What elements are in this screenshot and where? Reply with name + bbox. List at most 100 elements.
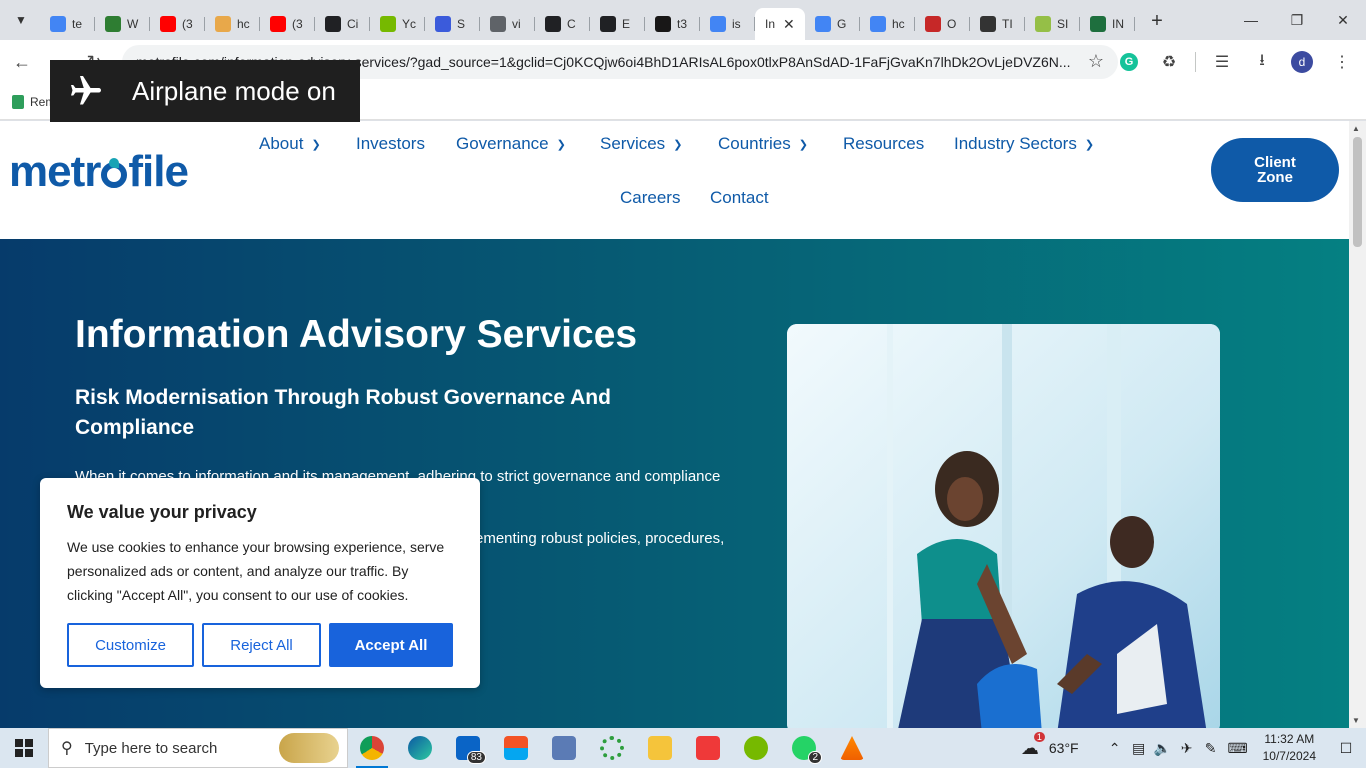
scrollbar-thumb[interactable] — [1353, 137, 1362, 247]
browser-tab[interactable]: S — [425, 8, 480, 40]
tab-close-icon[interactable]: ✕ — [783, 16, 795, 33]
chevron-down-icon: ❯ — [798, 138, 808, 151]
restore-icon[interactable]: ❐ — [1274, 0, 1320, 40]
office-meeting-illustration — [787, 324, 1220, 728]
browser-tab[interactable]: G — [805, 8, 860, 40]
customize-button[interactable]: Customize — [67, 623, 194, 667]
browser-tab[interactable]: O — [915, 8, 970, 40]
browser-tab[interactable]: (3 — [260, 8, 315, 40]
browser-tab[interactable]: hc — [860, 8, 915, 40]
nav-investors-label: Investors — [356, 134, 425, 153]
taskbar-edge[interactable] — [396, 728, 444, 768]
client-zone-button[interactable]: Client Zone — [1211, 138, 1339, 202]
browser-tab[interactable]: Ci — [315, 8, 370, 40]
reject-all-button[interactable]: Reject All — [202, 623, 321, 667]
chevron-down-icon: ❯ — [311, 138, 321, 151]
pen-icon[interactable]: ✎ — [1199, 740, 1223, 757]
nobel-medal-icon — [279, 733, 339, 763]
accept-all-button[interactable]: Accept All — [329, 623, 453, 667]
airplane-tray-icon[interactable]: ✈ — [1175, 740, 1199, 757]
browser-tab[interactable]: W — [95, 8, 150, 40]
nav-contact-label: Contact — [710, 188, 769, 207]
windows-taskbar: ⚲ Type here to search 83 2 ☁ 1 63°F ⌃ ▤ 🔈… — [0, 728, 1366, 768]
whatsapp-badge: 2 — [808, 751, 822, 764]
nav-governance[interactable]: Governance ❯ — [456, 134, 566, 154]
new-tab-button[interactable]: + — [1143, 7, 1171, 35]
taskbar-vivaldi[interactable] — [684, 728, 732, 768]
menu-kebab-icon[interactable]: ⋮ — [1324, 44, 1360, 80]
nav-investors[interactable]: Investors — [356, 134, 425, 154]
bookmark-star-icon[interactable]: ☆ — [1088, 51, 1104, 72]
download-icon[interactable]: ⭳ — [1244, 44, 1280, 80]
keyboard-icon[interactable]: ⌨ — [1223, 740, 1253, 757]
bookmark-icon[interactable] — [12, 94, 24, 109]
browser-tab[interactable]: In ✕ — [755, 8, 805, 40]
nav-about[interactable]: About ❯ — [259, 134, 321, 154]
nav-services[interactable]: Services ❯ — [600, 134, 682, 154]
scroll-down-arrow-icon[interactable]: ▼ — [1352, 716, 1360, 725]
tab-search-icon[interactable]: ▼ — [6, 5, 36, 35]
taskbar-whatsapp[interactable]: 2 — [780, 728, 828, 768]
browser-tab[interactable]: te — [40, 8, 95, 40]
folder-icon — [648, 736, 672, 760]
system-clock[interactable]: 11:32 AM 10/7/2024 — [1263, 731, 1316, 765]
browser-tab[interactable]: is — [700, 8, 755, 40]
minimize-icon[interactable]: — — [1228, 0, 1274, 40]
nav-resources[interactable]: Resources — [843, 134, 924, 154]
taskbar-store[interactable] — [492, 728, 540, 768]
mail-badge: 83 — [466, 751, 486, 764]
weather-icon[interactable]: ☁ 1 — [1021, 731, 1045, 759]
taskbar-chrome[interactable] — [348, 728, 396, 768]
browser-tab[interactable]: (3 — [150, 8, 205, 40]
nav-industry-sectors[interactable]: Industry Sectors ❯ — [954, 134, 1094, 154]
browser-tab[interactable]: t3 — [645, 8, 700, 40]
chevron-down-icon: ❯ — [556, 138, 566, 151]
tab-favicon-icon — [325, 16, 341, 32]
scroll-up-arrow-icon[interactable]: ▲ — [1352, 124, 1360, 133]
tab-title: O — [947, 17, 957, 31]
extensions-puzzle-icon[interactable]: ♻ — [1151, 44, 1187, 80]
nav-careers[interactable]: Careers — [620, 188, 680, 208]
taskbar-utorrent[interactable] — [732, 728, 780, 768]
nav-about-label: About — [259, 134, 304, 153]
back-arrow-icon[interactable]: ← — [4, 44, 40, 80]
taskbar-file-explorer[interactable] — [636, 728, 684, 768]
hero-photo — [787, 324, 1220, 728]
taskbar-vlc[interactable] — [828, 728, 876, 768]
volume-icon[interactable]: 🔈 — [1151, 740, 1175, 757]
browser-tab[interactable]: vi — [480, 8, 535, 40]
nav-countries[interactable]: Countries ❯ — [718, 134, 808, 154]
browser-tab[interactable]: C — [535, 8, 590, 40]
weather-temp[interactable]: 63°F — [1049, 740, 1079, 756]
notifications-icon[interactable]: ☐ — [1326, 740, 1366, 757]
airplane-mode-toast: Airplane mode on — [50, 60, 360, 122]
tab-strip: ▼ te W (3 hc (3 Ci Yc Svi C Et3 is In ✕ Ghc O TI SI IN + … — [0, 0, 1366, 40]
browser-tab[interactable]: SI — [1025, 8, 1080, 40]
grammarly-extension-icon[interactable]: G — [1111, 44, 1147, 80]
metrofile-logo[interactable]: metr file — [9, 147, 189, 197]
tab-favicon-icon — [1090, 16, 1106, 32]
network-icon[interactable]: ▤ — [1127, 740, 1151, 757]
browser-tab[interactable]: TI — [970, 8, 1025, 40]
search-icon: ⚲ — [61, 740, 73, 757]
nav-contact[interactable]: Contact — [710, 188, 769, 208]
profile-avatar[interactable]: d — [1284, 44, 1320, 80]
site-header: metr file About ❯ Investors Governance ❯ Se… — [0, 121, 1349, 239]
start-button[interactable] — [0, 728, 48, 768]
tab-favicon-icon — [270, 16, 286, 32]
browser-tab[interactable]: IN — [1080, 8, 1135, 40]
taskbar-search-box[interactable]: ⚲ Type here to search — [48, 728, 348, 768]
tab-title: E — [622, 17, 631, 31]
browser-tab[interactable]: E — [590, 8, 645, 40]
nav-governance-label: Governance — [456, 134, 549, 153]
browser-tab[interactable]: Yc — [370, 8, 425, 40]
taskbar-mail[interactable]: 83 — [444, 728, 492, 768]
close-window-icon[interactable]: ✕ — [1320, 0, 1366, 40]
taskbar-remote-desktop[interactable] — [540, 728, 588, 768]
chevron-up-icon[interactable]: ⌃ — [1103, 740, 1127, 757]
tab-list: te W (3 hc (3 Ci Yc Svi C Et3 is In ✕ Ghc O TI SI IN — [40, 0, 1135, 40]
media-control-icon[interactable]: ☰ — [1204, 44, 1240, 80]
browser-tab[interactable]: hc — [205, 8, 260, 40]
taskbar-loader-app[interactable] — [588, 728, 636, 768]
page-scrollbar[interactable]: ▲ ▼ — [1349, 121, 1366, 728]
